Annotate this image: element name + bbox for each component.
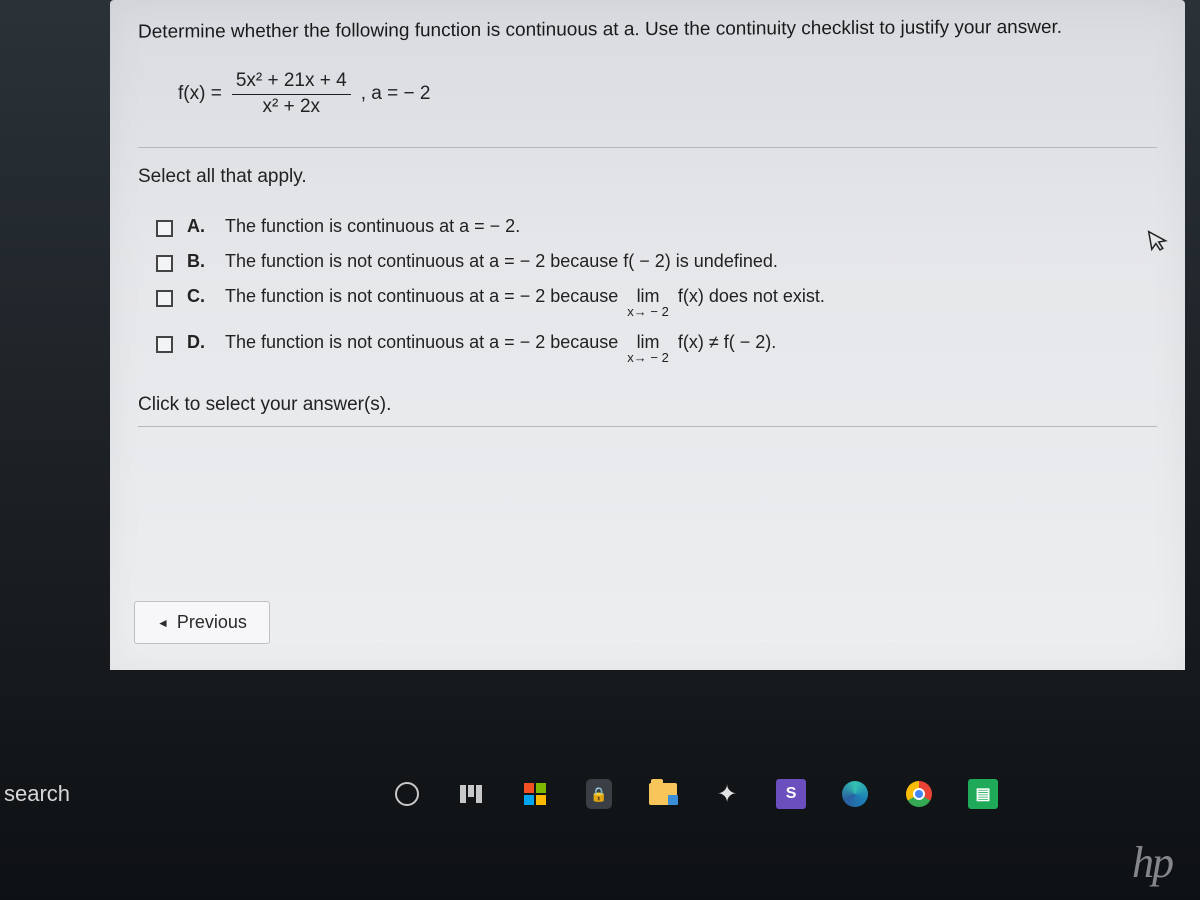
edge-browser-icon[interactable] — [838, 777, 872, 811]
question-panel: Determine whether the following function… — [110, 0, 1185, 670]
option-c[interactable]: C. The function is not continuous at a =… — [156, 286, 1157, 318]
previous-button-label: Previous — [177, 612, 247, 633]
option-b[interactable]: B. The function is not continuous at a =… — [156, 251, 1157, 272]
formula-lhs: f(x) = — [178, 83, 222, 105]
option-a[interactable]: A. The function is continuous at a = − 2… — [156, 216, 1157, 237]
limit-notation: lim x→ − 2 — [627, 287, 669, 318]
search-label[interactable]: search — [4, 781, 70, 807]
select-all-label: Select all that apply. — [138, 166, 1157, 188]
divider — [138, 426, 1157, 427]
option-text: The function is continuous at a = − 2. — [225, 216, 520, 237]
divider — [138, 147, 1157, 148]
dropbox-icon[interactable]: ✦ — [710, 777, 744, 811]
formula-denominator: x² + 2x — [258, 95, 324, 118]
checkbox-c[interactable] — [156, 290, 173, 307]
option-letter: C. — [187, 286, 211, 307]
chevron-left-icon: ◄ — [157, 616, 169, 630]
function-formula: f(x) = 5x² + 21x + 4 x² + 2x , a = − 2 — [138, 71, 1157, 118]
task-view-icon[interactable] — [454, 777, 488, 811]
chrome-browser-icon[interactable] — [902, 777, 936, 811]
checkbox-b[interactable] — [156, 255, 173, 272]
formula-fraction: 5x² + 21x + 4 x² + 2x — [232, 71, 351, 118]
option-text: The function is not continuous at a = − … — [225, 251, 778, 272]
previous-button[interactable]: ◄ Previous — [134, 601, 270, 644]
checkbox-a[interactable] — [156, 220, 173, 237]
option-letter: A. — [187, 216, 211, 237]
option-letter: D. — [187, 332, 211, 353]
question-prompt: Determine whether the following function… — [138, 15, 1157, 45]
app-tile-green-icon[interactable]: ▤ — [966, 777, 1000, 811]
formula-a-value: , a = − 2 — [361, 83, 431, 105]
windows-taskbar: search 🔒 ✦ S ▤ — [0, 766, 1200, 822]
microsoft-store-icon[interactable] — [518, 777, 552, 811]
options-list: A. The function is continuous at a = − 2… — [138, 216, 1157, 364]
option-letter: B. — [187, 251, 211, 272]
option-text: The function is not continuous at a = − … — [225, 286, 825, 318]
cortana-icon[interactable] — [390, 777, 424, 811]
click-to-select-label: Click to select your answer(s). — [138, 394, 1157, 416]
formula-numerator: 5x² + 21x + 4 — [232, 71, 351, 95]
limit-notation: lim x→ − 2 — [627, 333, 669, 364]
app-tile-icon[interactable]: S — [774, 777, 808, 811]
hp-logo: hp — [1132, 837, 1172, 888]
option-text: The function is not continuous at a = − … — [225, 332, 776, 364]
checkbox-d[interactable] — [156, 336, 173, 353]
security-app-icon[interactable]: 🔒 — [582, 777, 616, 811]
cursor-icon — [1146, 227, 1171, 262]
file-explorer-icon[interactable] — [646, 777, 680, 811]
option-d[interactable]: D. The function is not continuous at a =… — [156, 332, 1157, 364]
